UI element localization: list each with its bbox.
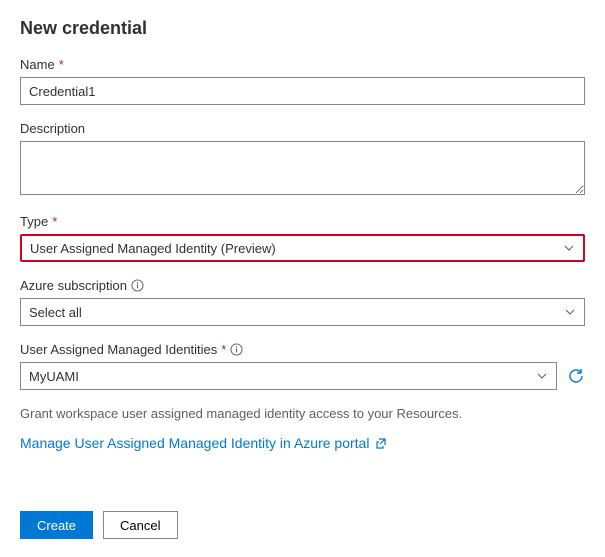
uami-select-value: MyUAMI (29, 369, 79, 384)
uami-field: User Assigned Managed Identities * MyUAM… (20, 342, 585, 390)
required-indicator: * (59, 57, 64, 72)
info-icon[interactable] (131, 279, 144, 292)
type-select[interactable]: User Assigned Managed Identity (Preview) (20, 234, 585, 262)
subscription-label: Azure subscription (20, 278, 585, 293)
name-field: Name * (20, 57, 585, 105)
manage-uami-link[interactable]: Manage User Assigned Managed Identity in… (20, 435, 387, 451)
uami-label: User Assigned Managed Identities * (20, 342, 585, 357)
page-title: New credential (20, 18, 585, 39)
chevron-down-icon (536, 370, 548, 382)
cancel-button[interactable]: Cancel (103, 511, 177, 539)
footer: Create Cancel (20, 511, 585, 539)
type-field: Type * User Assigned Managed Identity (P… (20, 214, 585, 262)
name-input[interactable] (20, 77, 585, 105)
refresh-icon[interactable] (567, 367, 585, 385)
type-label: Type * (20, 214, 585, 229)
name-label: Name * (20, 57, 585, 72)
description-label: Description (20, 121, 585, 136)
subscription-select-value: Select all (29, 305, 82, 320)
description-input[interactable] (20, 141, 585, 195)
external-link-icon (375, 437, 387, 449)
chevron-down-icon (564, 306, 576, 318)
uami-select[interactable]: MyUAMI (20, 362, 557, 390)
create-button[interactable]: Create (20, 511, 93, 539)
required-indicator: * (52, 214, 57, 229)
helper-text: Grant workspace user assigned managed id… (20, 406, 585, 421)
required-indicator: * (221, 342, 226, 357)
subscription-field: Azure subscription Select all (20, 278, 585, 326)
type-select-value: User Assigned Managed Identity (Preview) (30, 241, 276, 256)
info-icon[interactable] (230, 343, 243, 356)
description-field: Description (20, 121, 585, 198)
chevron-down-icon (563, 242, 575, 254)
subscription-select[interactable]: Select all (20, 298, 585, 326)
